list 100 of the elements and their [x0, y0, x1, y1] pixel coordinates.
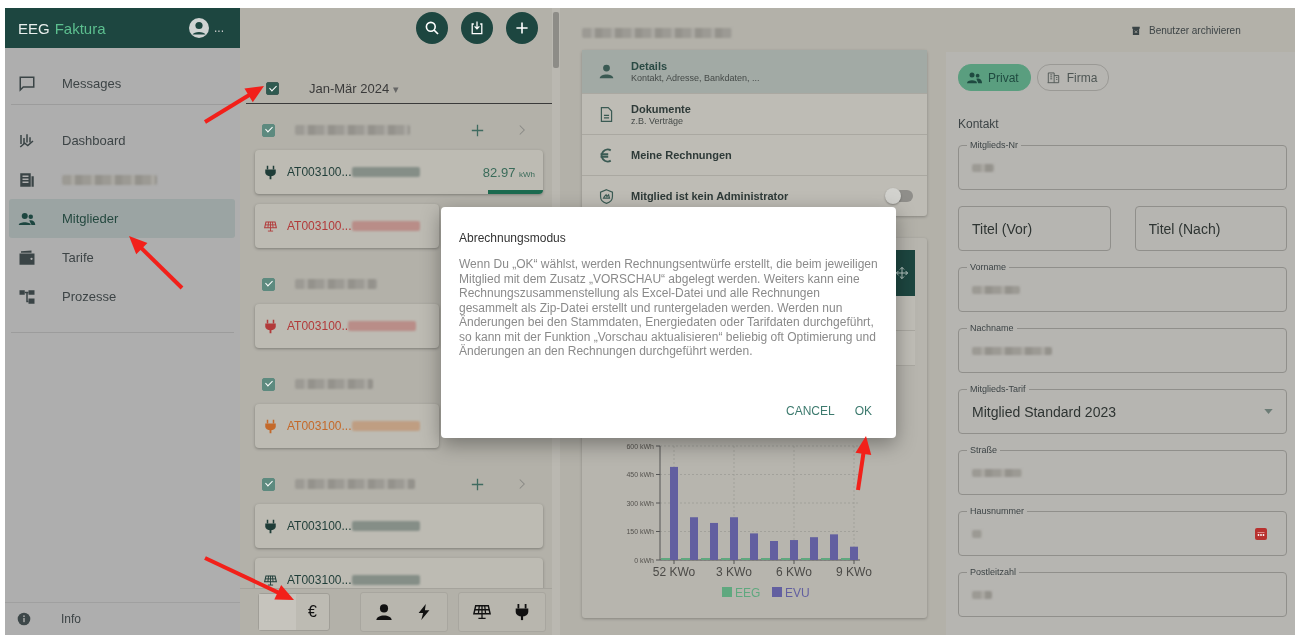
checkbox[interactable] — [262, 477, 275, 491]
scrollbar-thumb[interactable] — [553, 12, 559, 68]
nav-item[interactable]: Mitglieder — [9, 199, 235, 238]
plus-icon — [514, 20, 530, 36]
solar-panel-icon[interactable] — [473, 603, 491, 621]
type-chip[interactable]: Firma — [1036, 64, 1110, 91]
document-icon — [598, 105, 615, 123]
nav-item[interactable]: Messages — [5, 64, 235, 103]
nav-item[interactable]: Dashboard — [5, 121, 235, 160]
meter-id: AT003100... — [287, 573, 352, 587]
blurred-text-placeholder — [351, 421, 420, 431]
meter-id: AT003100... — [287, 419, 352, 433]
search-icon — [424, 20, 440, 36]
blurred-text-placeholder — [351, 167, 420, 177]
dots-icon[interactable] — [1255, 527, 1267, 540]
period-dropdown[interactable]: Jan-Mär 2024 ▾ — [309, 81, 399, 96]
axis-tick-label: 6 KWo — [776, 565, 812, 579]
nav-item[interactable]: Tarife — [5, 238, 235, 277]
meter-id: AT003100... — [287, 519, 352, 533]
plug-icon — [264, 318, 277, 334]
annotation-arrow — [855, 436, 872, 491]
chart-icon — [18, 131, 36, 150]
app-logo-text: Faktura — [54, 19, 106, 37]
menu-item-title: Mitglied ist kein Administrator — [631, 190, 789, 202]
meter-id: AT003100... — [287, 165, 352, 179]
plug-icon[interactable] — [513, 603, 531, 621]
move-icon[interactable] — [895, 266, 909, 280]
type-chip[interactable]: Privat — [958, 64, 1031, 91]
people-icon — [967, 71, 982, 84]
chat-bubble-icon — [18, 74, 36, 93]
blurred-text-placeholder — [972, 529, 982, 538]
nav-item[interactable]: Prozesse — [5, 277, 235, 316]
solar-panel-icon — [264, 572, 277, 588]
input-field[interactable]: Titel (Nach) — [1134, 206, 1287, 251]
meter-card[interactable]: AT003100... — [255, 558, 543, 588]
meter-card[interactable]: AT003100.. — [255, 304, 439, 348]
menu-item-subtitle: z.B. Verträge — [631, 115, 685, 126]
building-icon — [1045, 71, 1061, 84]
info-icon[interactable] — [17, 612, 31, 626]
person-icon[interactable] — [375, 603, 393, 621]
axis-tick-label: 52 KWo — [652, 565, 696, 579]
dialog-title: Abrechnungsmodus — [459, 231, 567, 245]
menu-item-title: Meine Rechnungen — [631, 149, 732, 161]
meter-card[interactable]: AT003100... — [255, 204, 439, 248]
avatar-icon[interactable] — [189, 18, 209, 38]
newspaper-icon — [18, 170, 36, 189]
blurred-text-placeholder — [351, 221, 420, 231]
axis-tick-label: 3 KWo — [716, 565, 752, 579]
user-menu-button[interactable]: ... — [214, 21, 224, 35]
add-icon[interactable] — [471, 123, 484, 137]
meter-card[interactable]: AT003100... 82.97 kWh — [255, 150, 543, 194]
checkbox[interactable] — [262, 377, 275, 391]
person-icon — [598, 63, 615, 80]
meter-card[interactable]: AT003100... — [255, 504, 543, 548]
meter-id: AT003100.. — [287, 319, 349, 333]
download-button[interactable] — [461, 12, 493, 44]
legend-label: EEG — [735, 585, 761, 600]
blurred-text-placeholder — [972, 468, 1022, 477]
archive-user-button[interactable]: Benutzer archivieren — [1131, 24, 1241, 36]
plug-icon — [264, 164, 277, 180]
trash-icon — [1131, 24, 1141, 36]
checkbox[interactable] — [262, 277, 275, 291]
menu-item-title: Details — [631, 60, 669, 72]
blurred-text-placeholder — [348, 321, 417, 331]
shield-icon — [598, 187, 615, 205]
flowchart-icon — [18, 287, 36, 306]
blurred-text-placeholder — [351, 575, 420, 585]
meter-reading: 82.97 kWh — [482, 164, 535, 180]
menu-item-title: Dokumente — [631, 102, 691, 115]
legend-label: EVU — [785, 585, 810, 600]
ok-button[interactable]: OK — [848, 398, 878, 424]
menu-item[interactable]: Dokumente z.B. Verträge — [582, 93, 927, 134]
nav-label: Messages — [62, 76, 122, 91]
checkbox[interactable] — [262, 123, 275, 137]
add-icon[interactable] — [471, 477, 484, 491]
add-button[interactable] — [506, 12, 538, 44]
plug-icon — [264, 418, 277, 434]
axis-tick-label: 9 KWo — [836, 565, 872, 579]
app-logo-text: EEG — [18, 19, 50, 37]
caret-icon — [1264, 409, 1273, 414]
solar-panel-icon — [264, 218, 277, 234]
menu-item[interactable]: Details Kontakt, Adresse, Bankdaten, ... — [582, 50, 927, 93]
checkbox[interactable] — [266, 82, 279, 95]
invoice-toggle-button[interactable]: € — [258, 593, 330, 631]
input-field[interactable]: Titel (Vor) — [958, 206, 1111, 251]
annotation-arrow — [129, 236, 184, 290]
cancel-button[interactable]: CANCEL — [779, 398, 841, 424]
annotation-arrow — [203, 86, 264, 124]
download-icon — [469, 20, 485, 36]
plug-icon — [264, 518, 277, 534]
legend-swatch — [722, 587, 732, 597]
wallet-icon — [18, 248, 36, 267]
blurred-text-placeholder — [351, 521, 420, 531]
search-button[interactable] — [416, 12, 448, 44]
info-link[interactable]: Info — [61, 612, 81, 626]
nav-label: Prozesse — [62, 289, 117, 304]
nav-label: Mitglieder — [62, 211, 119, 226]
section-heading: Kontakt — [958, 117, 1000, 131]
toggle-switch[interactable] — [887, 190, 913, 202]
menu-item[interactable]: Meine Rechnungen — [582, 134, 927, 175]
